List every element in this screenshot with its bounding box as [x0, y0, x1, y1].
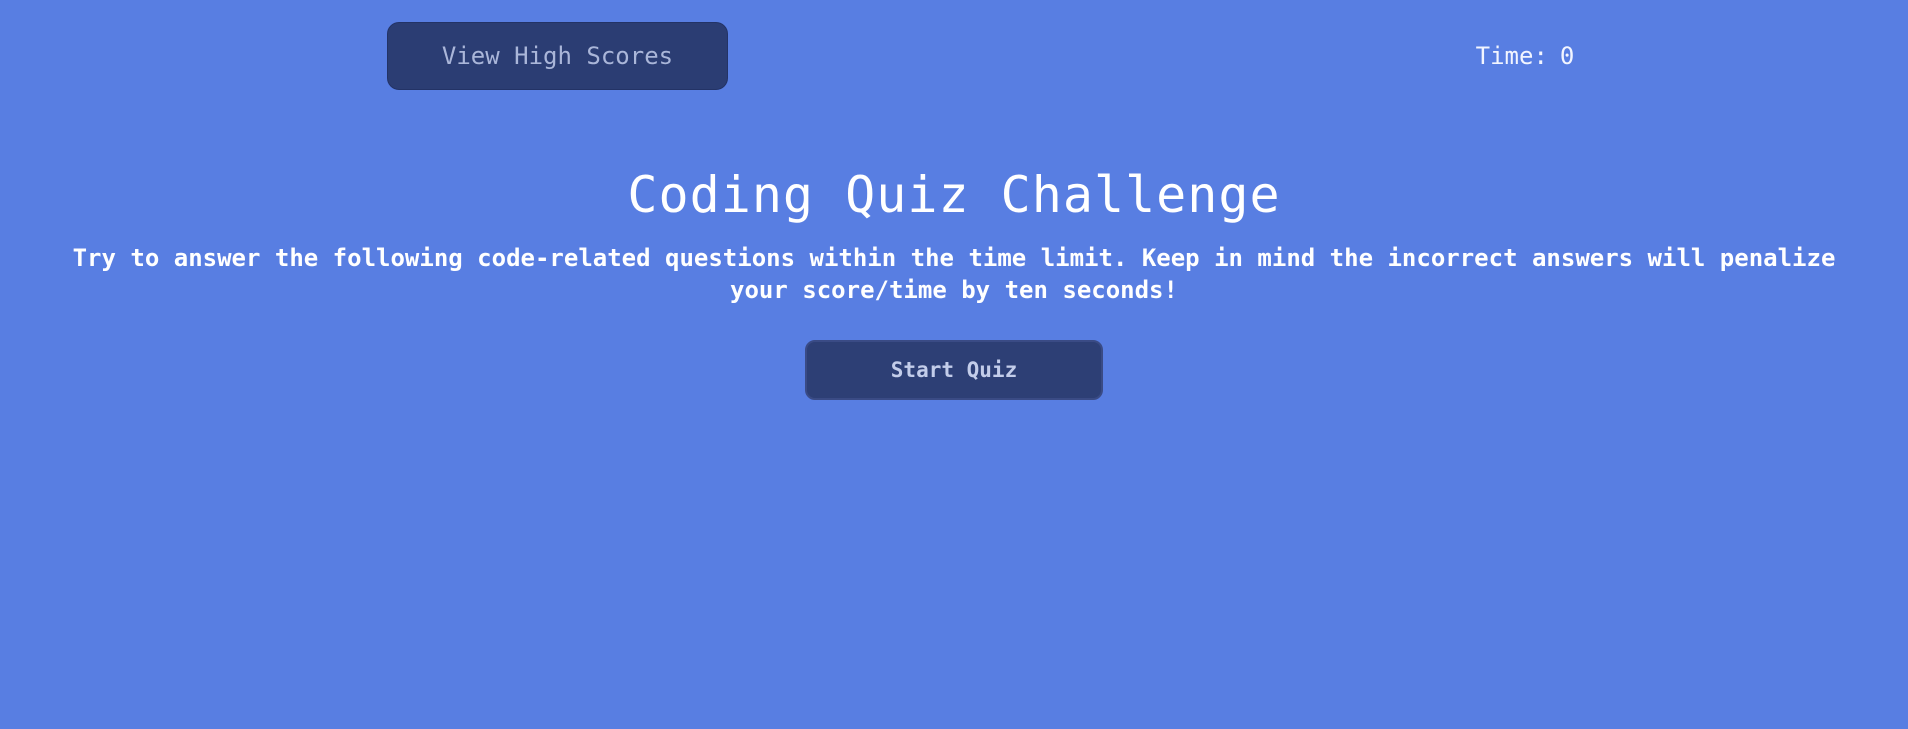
start-quiz-button[interactable]: Start Quiz [805, 340, 1103, 400]
timer-display: Time: 0 [1400, 38, 1650, 74]
quiz-instructions: Try to answer the following code-related… [72, 244, 1836, 304]
view-high-scores-button[interactable]: View High Scores [387, 22, 728, 90]
timer-label: Time: [1475, 42, 1548, 70]
page-title: Coding Quiz Challenge [627, 166, 1281, 224]
top-bar: View High Scores Time: 0 [0, 0, 1908, 100]
start-button-container: Start Quiz [0, 340, 1908, 400]
timer-value: 0 [1559, 42, 1575, 70]
quiz-intro-section: Coding Quiz Challenge Try to answer the … [0, 160, 1908, 400]
